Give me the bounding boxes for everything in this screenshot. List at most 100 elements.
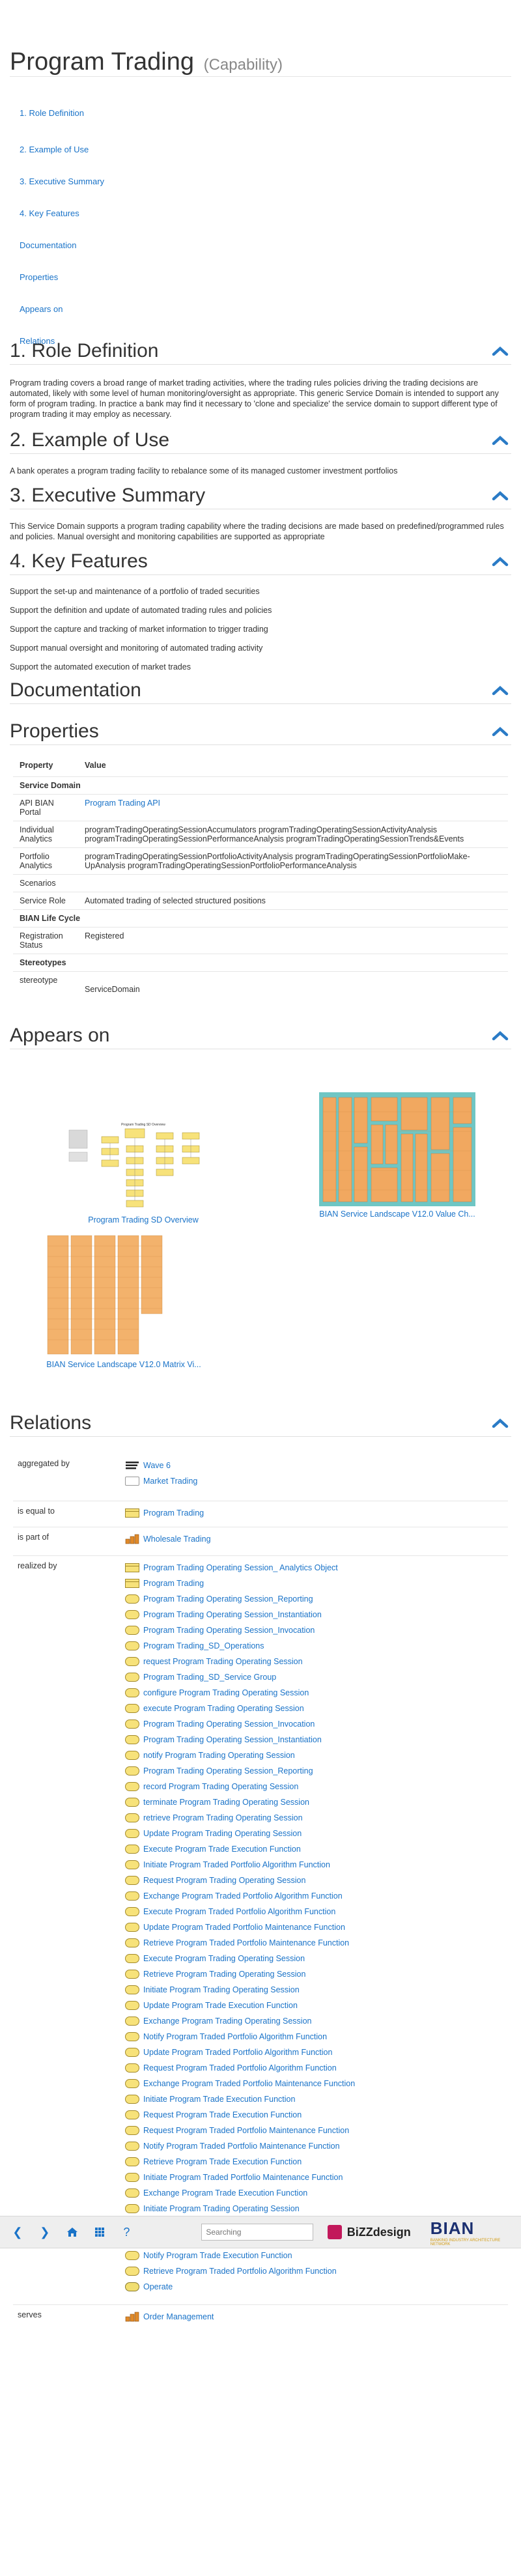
- relation-link[interactable]: Notify Program Traded Portfolio Algorith…: [143, 2029, 327, 2045]
- relation-link[interactable]: record Program Trading Operating Session: [143, 1779, 298, 1794]
- view-link[interactable]: BIAN Service Landscape V12.0 Value Ch...: [319, 1210, 475, 1219]
- relation-link[interactable]: Request Program Traded Portfolio Algorit…: [143, 2060, 337, 2076]
- toc-link-properties[interactable]: Properties: [20, 272, 58, 282]
- business-area-grid-icon: [125, 1534, 139, 1544]
- relation-link[interactable]: Retrieve Program Trading Operating Sessi…: [143, 1966, 305, 1982]
- relation-link[interactable]: Update Program Traded Portfolio Maintena…: [143, 1919, 345, 1935]
- relation-link[interactable]: Initiate Program Traded Portfolio Algori…: [143, 1857, 330, 1873]
- toc-link-executive-summary[interactable]: 3. Executive Summary: [20, 177, 104, 186]
- relation-link[interactable]: Program Trading Operating Session_ Analy…: [143, 1560, 338, 1576]
- relation-link[interactable]: execute Program Trading Operating Sessio…: [143, 1701, 304, 1716]
- relation-link[interactable]: Program Trading_SD_Operations: [143, 1638, 264, 1654]
- chevron-up-icon[interactable]: [492, 556, 509, 567]
- chevron-up-icon[interactable]: [492, 1030, 509, 1041]
- relation-link[interactable]: Order Management: [143, 2309, 214, 2325]
- relation-link[interactable]: Notify Program Trade Execution Function: [143, 2248, 292, 2263]
- bizzdesign-logo[interactable]: BiZZdesign: [327, 2225, 411, 2239]
- relation-link[interactable]: request Program Trading Operating Sessio…: [143, 1654, 303, 1669]
- search-input[interactable]: [201, 2224, 313, 2241]
- relation-link[interactable]: Exchange Program Trading Operating Sessi…: [143, 2013, 311, 2029]
- relation-link[interactable]: Update Program Trading Operating Session: [143, 1826, 302, 1841]
- relation-link[interactable]: Request Program Trade Execution Function: [143, 2107, 302, 2123]
- relation-link[interactable]: Request Program Traded Portfolio Mainten…: [143, 2123, 349, 2138]
- chevron-up-icon[interactable]: [492, 490, 509, 501]
- relation-item: Execute Program Trade Execution Function: [125, 1841, 508, 1857]
- business-function-icon: [125, 1750, 139, 1760]
- relation-link[interactable]: Program Trading_SD_Service Group: [143, 1669, 276, 1685]
- chevron-up-icon[interactable]: [492, 726, 509, 737]
- property-value: Registered: [78, 926, 508, 954]
- business-function-icon: [125, 1672, 139, 1682]
- relation-link[interactable]: Initiate Program Trading Operating Sessi…: [143, 2201, 300, 2216]
- relation-link[interactable]: terminate Program Trading Operating Sess…: [143, 1794, 309, 1810]
- relation-link[interactable]: Program Trading Operating Session_Instan…: [143, 1607, 322, 1622]
- help-icon[interactable]: ?: [117, 2222, 137, 2242]
- relation-link[interactable]: Program Trading Operating Session_Report…: [143, 1591, 313, 1607]
- chevron-up-icon[interactable]: [492, 1418, 509, 1428]
- diagram-preview-image[interactable]: Program Trading SD Overview: [59, 1119, 228, 1211]
- toc-link-example-of-use[interactable]: 2. Example of Use: [20, 145, 89, 154]
- relation-link[interactable]: Execute Program Traded Portfolio Algorit…: [143, 1904, 335, 1919]
- relation-link[interactable]: Update Program Trade Execution Function: [143, 1998, 298, 2013]
- relation-link[interactable]: Initiate Program Trade Execution Functio…: [143, 2091, 295, 2107]
- toc-link-documentation[interactable]: Documentation: [20, 240, 76, 250]
- relation-link[interactable]: Notify Program Traded Portfolio Maintena…: [143, 2138, 340, 2154]
- relation-item: Order Management: [125, 2309, 508, 2325]
- relation-link[interactable]: Program Trading: [143, 1505, 204, 1521]
- landscape-preview-image[interactable]: [319, 1092, 475, 1206]
- business-function-icon: [125, 1891, 139, 1901]
- view-thumbnail[interactable]: BIAN Service Landscape V12.0 Value Ch...: [303, 1092, 492, 1219]
- relation-link[interactable]: Program Trading Operating Session_Instan…: [143, 1732, 322, 1748]
- relation-link[interactable]: retrieve Program Trading Operating Sessi…: [143, 1810, 303, 1826]
- chevron-up-icon[interactable]: [492, 435, 509, 446]
- relation-link[interactable]: Exchange Program Trade Execution Functio…: [143, 2185, 307, 2201]
- relation-link[interactable]: configure Program Trading Operating Sess…: [143, 1685, 309, 1701]
- view-link[interactable]: BIAN Service Landscape V12.0 Matrix Vi..…: [46, 1360, 201, 1369]
- relation-link[interactable]: Retrieve Program Traded Portfolio Algori…: [143, 2263, 337, 2279]
- relation-link[interactable]: Exchange Program Traded Portfolio Algori…: [143, 1888, 343, 1904]
- toc-link-role-definition[interactable]: 1. Role Definition: [20, 108, 84, 118]
- chevron-up-icon[interactable]: [492, 685, 509, 696]
- relation-link[interactable]: Exchange Program Traded Portfolio Mainte…: [143, 2076, 355, 2091]
- relation-item: Update Program Trading Operating Session: [125, 1826, 508, 1841]
- relation-link[interactable]: Execute Program Trading Operating Sessio…: [143, 1951, 305, 1966]
- relation-row-realized-by: realized by Program Trading Operating Se…: [13, 1555, 508, 2304]
- relation-link[interactable]: Program Trading: [143, 1576, 204, 1591]
- relation-link[interactable]: Retrieve Program Trade Execution Functio…: [143, 2154, 302, 2170]
- business-function-icon: [125, 2031, 139, 2041]
- api-portal-link[interactable]: Program Trading API: [85, 799, 160, 808]
- table-group-row: Stereotypes: [13, 953, 508, 971]
- chevron-up-icon[interactable]: [492, 346, 509, 356]
- relation-link[interactable]: Initiate Program Trading Operating Sessi…: [143, 1982, 300, 1998]
- relation-link[interactable]: Wholesale Trading: [143, 1531, 211, 1547]
- relation-item: Notify Program Traded Portfolio Algorith…: [125, 2029, 508, 2045]
- bian-logo[interactable]: BIAN BANKING INDUSTRY ARCHITECTURE NETWO…: [430, 2218, 521, 2246]
- matrix-preview-image[interactable]: [42, 1232, 173, 1357]
- relation-item: Request Program Trading Operating Sessio…: [125, 1873, 508, 1888]
- view-link[interactable]: Program Trading SD Overview: [88, 1215, 199, 1224]
- relation-link[interactable]: Update Program Traded Portfolio Algorith…: [143, 2045, 332, 2060]
- relation-link[interactable]: Program Trading Operating Session_Invoca…: [143, 1622, 315, 1638]
- view-thumbnail[interactable]: BIAN Service Landscape V12.0 Matrix Vi..…: [39, 1232, 208, 1369]
- view-thumbnail[interactable]: Program Trading SD Overview Program Trad…: [49, 1119, 238, 1224]
- relation-item: execute Program Trading Operating Sessio…: [125, 1701, 508, 1716]
- toc-link-key-features[interactable]: 4. Key Features: [20, 208, 79, 218]
- relation-link[interactable]: Market Trading: [143, 1473, 197, 1489]
- relation-link[interactable]: notify Program Trading Operating Session: [143, 1748, 295, 1763]
- business-function-icon: [125, 2125, 139, 2135]
- toc-link-appears-on[interactable]: Appears on: [20, 304, 63, 314]
- home-icon[interactable]: [63, 2222, 82, 2242]
- relation-link[interactable]: Request Program Trading Operating Sessio…: [143, 1873, 305, 1888]
- business-function-icon: [125, 1766, 139, 1776]
- back-arrow-icon[interactable]: ❮: [8, 2222, 27, 2242]
- relation-link[interactable]: Operate: [143, 2279, 173, 2295]
- grid-menu-icon[interactable]: [90, 2222, 109, 2242]
- relation-link[interactable]: Wave 6: [143, 1458, 171, 1473]
- relation-link[interactable]: Program Trading Operating Session_Report…: [143, 1763, 313, 1779]
- relation-link[interactable]: Program Trading Operating Session_Invoca…: [143, 1716, 315, 1732]
- forward-arrow-icon[interactable]: ❯: [35, 2222, 55, 2242]
- relation-link[interactable]: Initiate Program Traded Portfolio Mainte…: [143, 2170, 343, 2185]
- relation-link[interactable]: Execute Program Trade Execution Function: [143, 1841, 301, 1857]
- business-function-icon: [125, 2203, 139, 2213]
- relation-link[interactable]: Retrieve Program Traded Portfolio Mainte…: [143, 1935, 349, 1951]
